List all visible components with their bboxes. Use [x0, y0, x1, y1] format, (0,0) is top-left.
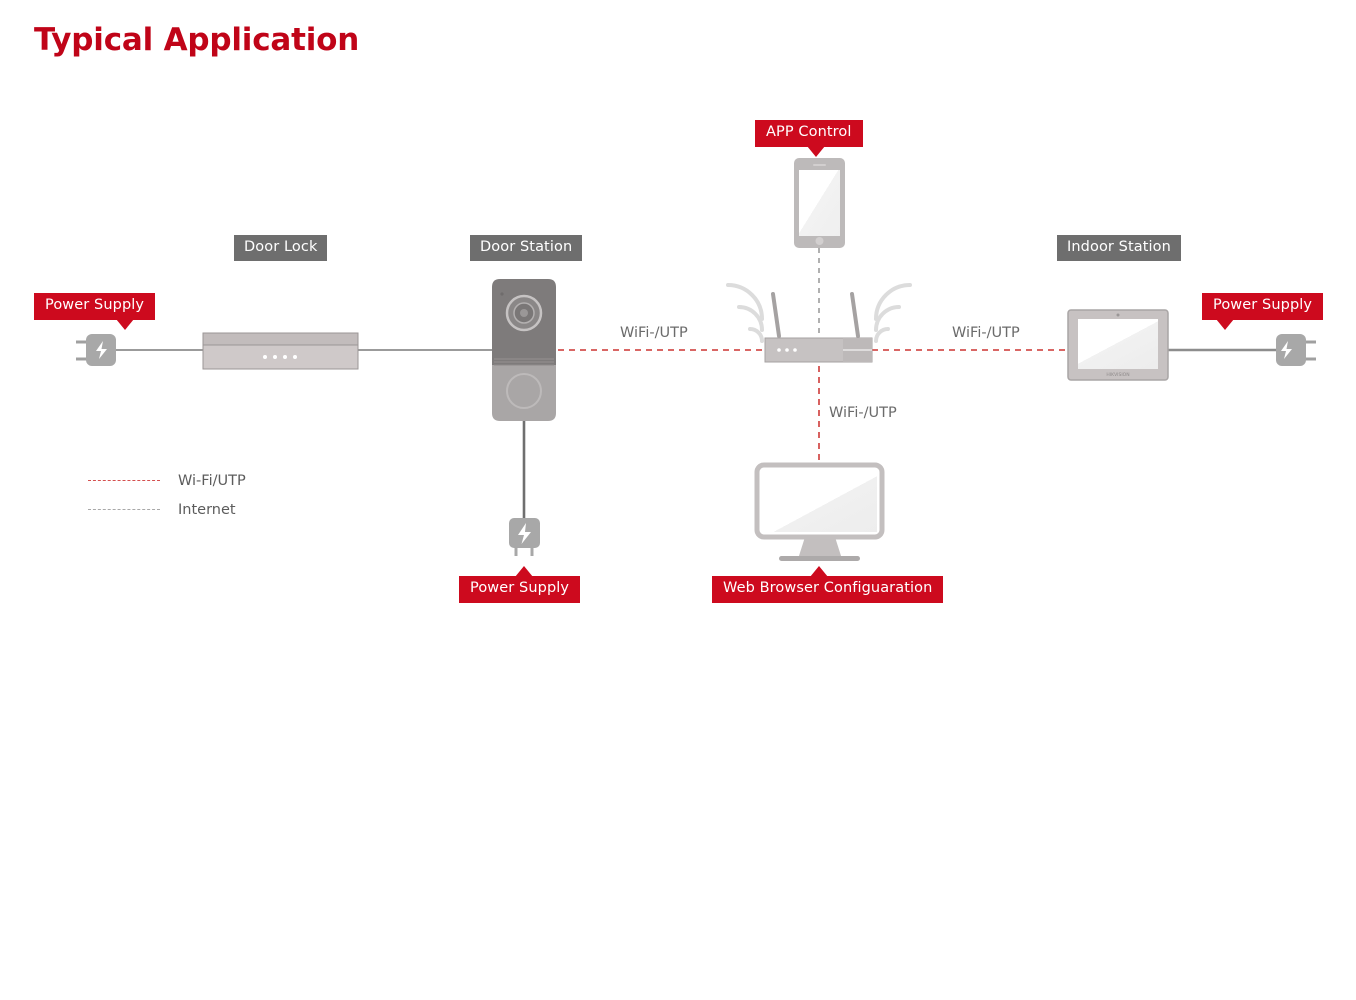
- label-door-lock: Door Lock: [234, 235, 328, 262]
- door-lock-icon: [202, 332, 359, 370]
- callout-tail-icon: [810, 566, 828, 577]
- legend-item-internet: Internet: [88, 495, 246, 524]
- label-indoor-station-text: Indoor Station: [1067, 239, 1171, 255]
- legend: Wi-Fi/UTP Internet: [88, 466, 246, 524]
- callout-web-browser-configuration: Web Browser Configuaration: [712, 566, 944, 604]
- callout-tail-icon: [515, 566, 533, 577]
- callout-tail-icon: [807, 146, 825, 158]
- callout-power-supply-door-station: Power Supply: [459, 566, 581, 604]
- callout-app-control-text: APP Control: [766, 124, 852, 140]
- typical-application-diagram: HIKVISION Door Lock Door Station Indoor …: [0, 0, 1356, 1000]
- wifi-arcs-left: [726, 283, 764, 343]
- smartphone-icon: [794, 158, 845, 248]
- legend-label-internet: Internet: [178, 501, 236, 518]
- legend-item-wifi-utp: Wi-Fi/UTP: [88, 466, 246, 495]
- indoor-station-icon: HIKVISION: [1067, 309, 1169, 381]
- svg-text:HIKVISION: HIKVISION: [1106, 372, 1129, 378]
- callout-tail-icon: [116, 319, 134, 331]
- callout-web-browser-configuration-text: Web Browser Configuaration: [723, 580, 933, 596]
- callout-power-supply-door-station-text: Power Supply: [470, 580, 570, 596]
- label-door-lock-text: Door Lock: [244, 239, 318, 255]
- callout-power-supply-left-text: Power Supply: [45, 297, 145, 313]
- legend-dash-wifi-icon: [88, 480, 160, 481]
- callout-power-supply-left: Power Supply: [34, 293, 156, 331]
- power-plug-left-icon: [76, 334, 116, 366]
- monitor-icon: [754, 462, 885, 561]
- router-icon: [726, 283, 912, 363]
- power-plug-right-icon: [1276, 334, 1316, 366]
- callout-app-control: APP Control: [755, 120, 863, 158]
- conn-label-router-to-indoor: WiFi-/UTP: [952, 325, 1020, 341]
- label-door-station-text: Door Station: [480, 239, 573, 255]
- callout-tail-icon: [1216, 319, 1234, 331]
- legend-dash-internet-icon: [88, 509, 160, 510]
- legend-label-wifi-utp: Wi-Fi/UTP: [178, 472, 246, 489]
- conn-label-door-to-router: WiFi-/UTP: [620, 325, 688, 341]
- power-adapter-icon: [509, 518, 540, 556]
- door-station-icon: [492, 279, 556, 421]
- label-door-station: Door Station: [470, 235, 583, 262]
- conn-label-router-to-pc: WiFi-/UTP: [829, 405, 897, 421]
- callout-power-supply-right: Power Supply: [1202, 293, 1324, 331]
- wifi-arcs-right: [874, 283, 912, 343]
- label-indoor-station: Indoor Station: [1057, 235, 1181, 262]
- callout-power-supply-right-text: Power Supply: [1213, 297, 1313, 313]
